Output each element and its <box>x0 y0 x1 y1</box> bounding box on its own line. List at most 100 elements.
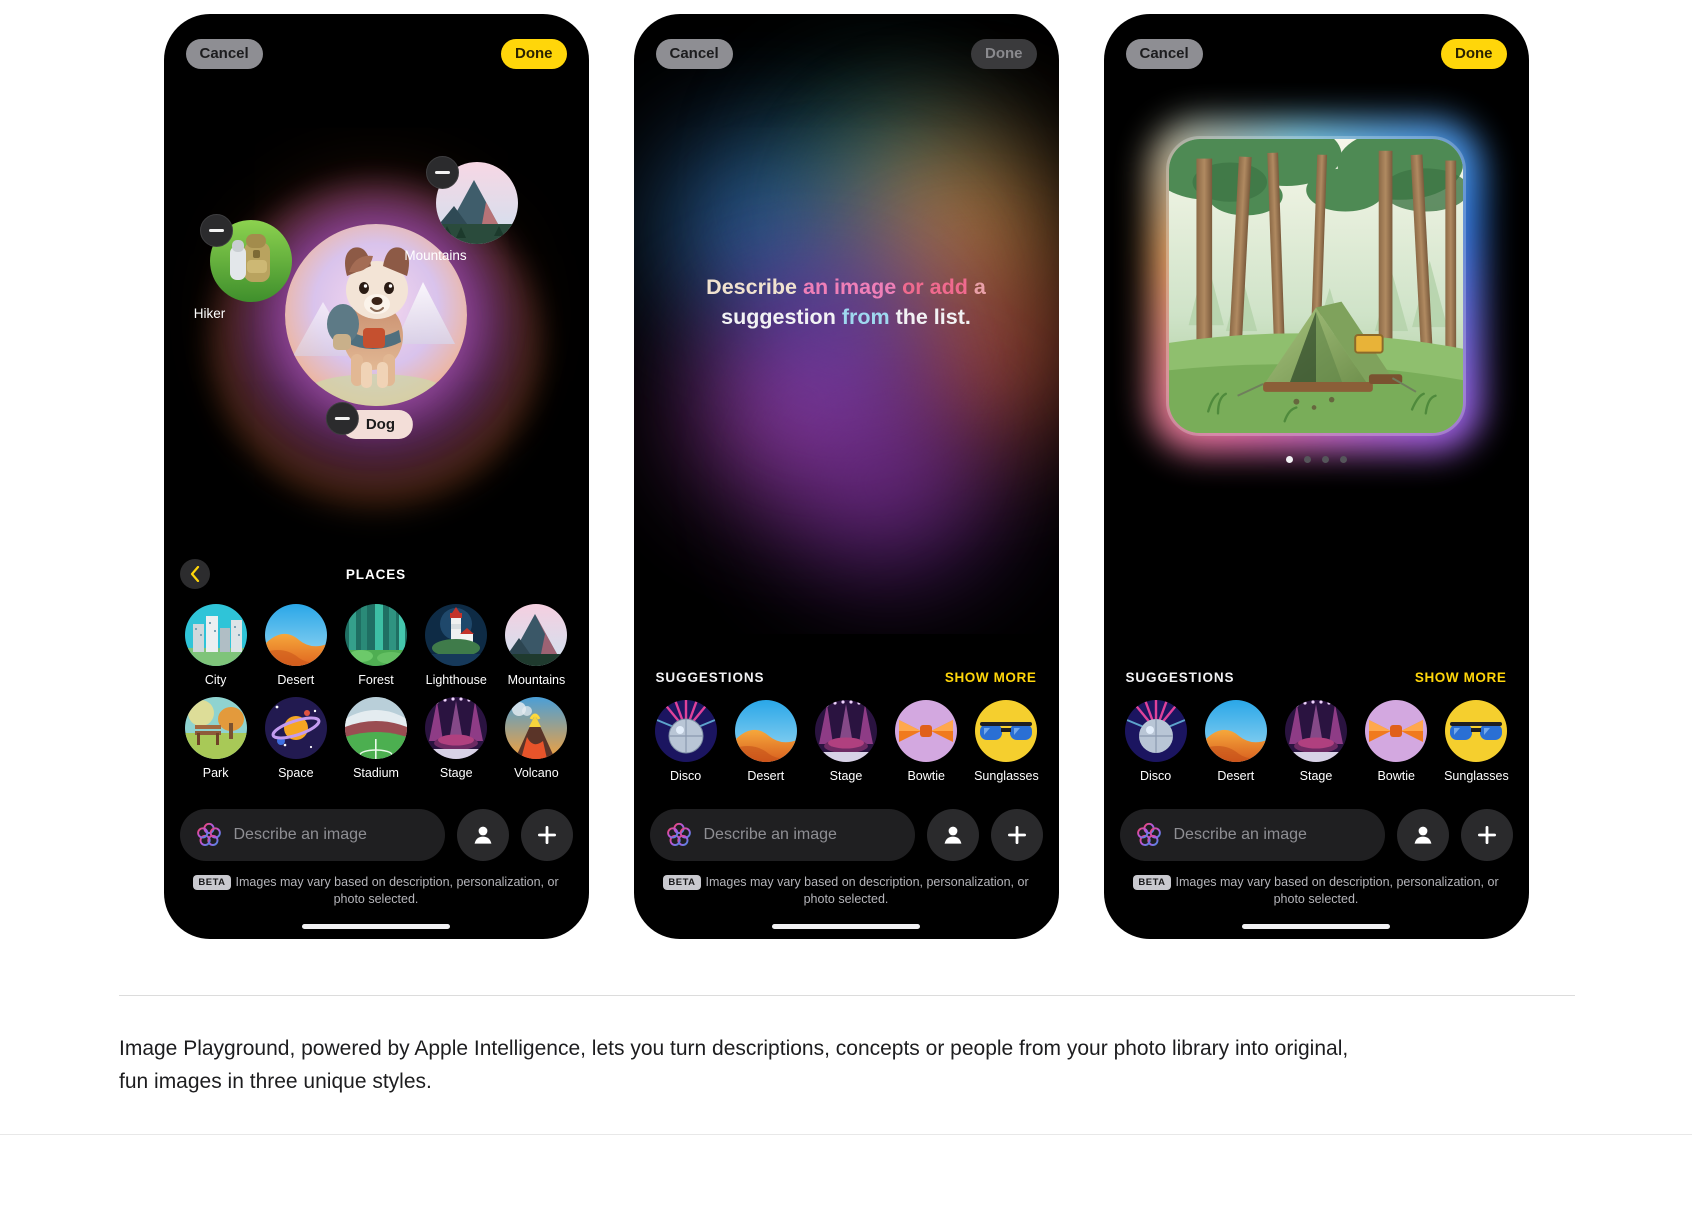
describe-image-field[interactable]: Describe an image <box>649 809 915 861</box>
page-dot[interactable] <box>1321 456 1329 463</box>
page-caption: Image Playground, powered by Apple Intel… <box>119 1037 1349 1093</box>
disclaimer-text: Images may vary based on description, pe… <box>1175 874 1499 907</box>
suggestion-item-disco[interactable]: Disco <box>646 700 726 783</box>
suggestion-label: Disco <box>669 769 702 783</box>
forest-illustration <box>345 604 407 666</box>
show-more-button[interactable]: SHOW MORE <box>1415 670 1507 685</box>
image-pagination[interactable] <box>1104 456 1529 463</box>
beta-disclaimer: BETA Images may vary based on description… <box>634 874 1059 910</box>
category-item-stadium[interactable]: Stadium <box>336 697 416 780</box>
category-item-stage[interactable]: Stage <box>416 697 496 780</box>
forest-thumbnail <box>345 604 407 666</box>
page-dot[interactable] <box>1339 456 1347 463</box>
suggestion-item-sunglasses[interactable]: Sunglasses <box>1436 700 1516 783</box>
category-row-1: City Desert Forest Lighthouse Mountains <box>164 604 589 687</box>
cancel-button[interactable]: Cancel <box>1125 39 1203 69</box>
category-label: Stage <box>439 766 473 780</box>
add-concept-button[interactable] <box>990 809 1043 861</box>
apple-intelligence-icon <box>196 822 221 846</box>
concept-chip-dog[interactable]: Dog <box>325 402 414 439</box>
disco-thumbnail <box>654 700 717 762</box>
suggestion-item-bowtie[interactable]: Bowtie <box>1356 700 1436 783</box>
cancel-button[interactable]: Cancel <box>185 39 263 69</box>
concept-label: Hiker <box>193 306 226 321</box>
suggestion-item-disco[interactable]: Disco <box>1116 700 1196 783</box>
show-more-button[interactable]: SHOW MORE <box>945 670 1037 685</box>
stadium-thumbnail <box>345 697 407 759</box>
volcano-thumbnail <box>505 697 568 759</box>
suggestion-item-stage[interactable]: Stage <box>1276 700 1356 783</box>
home-indicator <box>772 924 920 929</box>
category-item-desert[interactable]: Desert <box>256 604 336 687</box>
planet-illustration <box>264 697 327 759</box>
stage-illustration <box>815 700 877 762</box>
category-item-park[interactable]: Park <box>176 697 256 780</box>
lighthouse-thumbnail <box>425 604 488 666</box>
category-item-city[interactable]: City <box>176 604 256 687</box>
page-dot[interactable] <box>1285 456 1293 463</box>
category-label: Park <box>202 766 229 780</box>
prompt-segment: a <box>973 275 986 299</box>
describe-image-placeholder: Describe an image <box>233 826 367 843</box>
topbar: Cancel Done <box>1104 14 1529 76</box>
desert-thumbnail <box>264 604 327 666</box>
category-label: Space <box>278 766 314 780</box>
category-item-space[interactable]: Space <box>256 697 336 780</box>
beta-badge: BETA <box>193 874 231 890</box>
add-person-button[interactable] <box>1396 809 1449 861</box>
done-button[interactable]: Done <box>1441 39 1507 69</box>
disco-ball-illustration <box>654 700 717 762</box>
add-concept-button[interactable] <box>520 809 573 861</box>
category-item-volcano[interactable]: Volcano <box>496 697 576 780</box>
add-concept-button[interactable] <box>1460 809 1513 861</box>
city-illustration <box>184 604 247 666</box>
topbar: Cancel Done <box>634 14 1059 76</box>
bowtie-thumbnail <box>1365 700 1428 762</box>
category-item-mountains[interactable]: Mountains <box>496 604 576 687</box>
back-button[interactable] <box>179 559 210 589</box>
cancel-button[interactable]: Cancel <box>655 39 733 69</box>
desert-illustration <box>734 700 797 762</box>
page-dot[interactable] <box>1303 456 1311 463</box>
disco-thumbnail <box>1124 700 1187 762</box>
add-person-button[interactable] <box>926 809 979 861</box>
result-canvas <box>1104 14 1529 634</box>
home-indicator <box>302 924 450 929</box>
suggestion-label: Desert <box>747 769 785 783</box>
suggestion-item-bowtie[interactable]: Bowtie <box>886 700 966 783</box>
suggestion-item-desert[interactable]: Desert <box>1196 700 1276 783</box>
space-thumbnail <box>264 697 327 759</box>
suggestion-item-stage[interactable]: Stage <box>806 700 886 783</box>
suggestion-item-desert[interactable]: Desert <box>726 700 806 783</box>
describe-image-field[interactable]: Describe an image <box>179 809 445 861</box>
generated-image-card[interactable] <box>1150 120 1482 452</box>
prompt-input-bar: Describe an image <box>634 809 1059 861</box>
phone-gallery: Cancel Done Hiker Mountains Dog PLACES C… <box>0 14 1692 939</box>
describe-image-field[interactable]: Describe an image <box>1119 809 1385 861</box>
category-item-lighthouse[interactable]: Lighthouse <box>416 604 496 687</box>
category-label: Mountains <box>507 673 566 687</box>
remove-concept-button[interactable] <box>425 156 459 189</box>
disco-ball-illustration <box>1124 700 1187 762</box>
sunglasses-illustration <box>975 700 1038 762</box>
category-item-forest[interactable]: Forest <box>336 604 416 687</box>
add-person-button[interactable] <box>456 809 509 861</box>
park-thumbnail <box>184 697 247 759</box>
mountains-thumbnail <box>505 604 568 666</box>
suggestion-label: Bowtie <box>1377 769 1415 783</box>
suggestions-row: Disco Desert Stage Bowtie Sunglasses <box>1104 700 1529 783</box>
beta-badge: BETA <box>663 874 701 890</box>
suggestion-label: Sunglasses <box>974 769 1039 783</box>
stage-thumbnail <box>1285 700 1347 762</box>
generated-image <box>1166 136 1466 436</box>
done-button[interactable]: Done <box>501 39 567 69</box>
category-label: Lighthouse <box>425 673 487 687</box>
category-label: City <box>204 673 227 687</box>
remove-concept-button[interactable] <box>325 402 359 435</box>
describe-image-placeholder: Describe an image <box>1173 826 1307 843</box>
prompt-segment: suggestion <box>721 305 842 330</box>
prompt-line-2: suggestion from the list. <box>682 302 1011 332</box>
remove-concept-button[interactable] <box>199 214 233 247</box>
suggestions-section: SUGGESTIONS SHOW MORE Disco Desert Stage… <box>1104 664 1529 783</box>
suggestion-item-sunglasses[interactable]: Sunglasses <box>966 700 1046 783</box>
